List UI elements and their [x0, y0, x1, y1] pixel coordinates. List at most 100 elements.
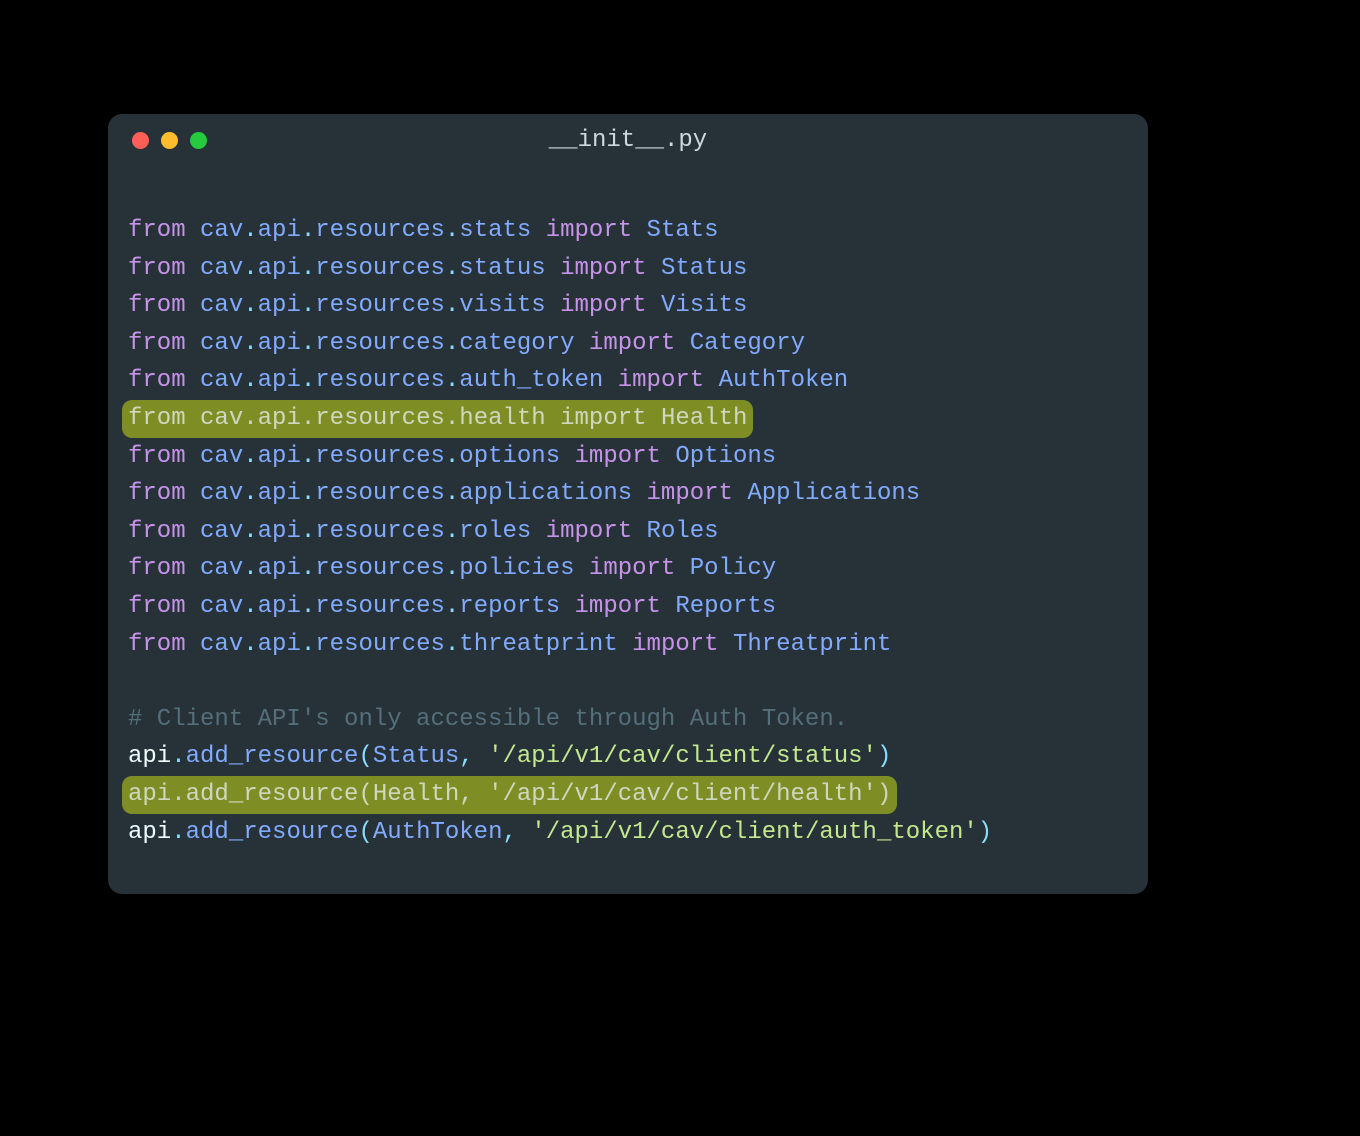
comment: # Client API's only accessible through A…: [128, 706, 848, 733]
module-segment: api: [258, 330, 301, 357]
dot: .: [445, 555, 459, 582]
module-segment: resources: [315, 631, 445, 658]
traffic-lights: [132, 132, 207, 149]
module-segment: cav: [200, 443, 243, 470]
keyword-import: import: [560, 292, 646, 319]
dot: .: [243, 255, 257, 282]
arg-url: '/api/v1/cav/client/status': [488, 743, 877, 770]
dot: .: [301, 555, 315, 582]
keyword-import: import: [575, 443, 661, 470]
keyword-from: from: [128, 480, 186, 507]
import-name: Visits: [661, 292, 747, 319]
code-line: from cav.api.resources.health import Hea…: [128, 400, 1128, 438]
code-line: api.add_resource(AuthToken, '/api/v1/cav…: [128, 814, 1128, 852]
keyword-import: import: [647, 480, 733, 507]
keyword-from: from: [128, 593, 186, 620]
import-name: Threatprint: [733, 631, 891, 658]
module-segment: auth_token: [459, 367, 603, 394]
module-segment: status: [459, 255, 545, 282]
module-segment: health: [459, 405, 545, 432]
close-icon[interactable]: [132, 132, 149, 149]
dot: .: [301, 518, 315, 545]
keyword-import: import: [560, 255, 646, 282]
dot: .: [445, 330, 459, 357]
keyword-from: from: [128, 367, 186, 394]
module-segment: cav: [200, 405, 243, 432]
comma: ,: [459, 781, 488, 808]
window-title: __init__.py: [108, 127, 1148, 154]
import-name: AuthToken: [719, 367, 849, 394]
module-segment: options: [459, 443, 560, 470]
module-segment: applications: [459, 480, 632, 507]
keyword-from: from: [128, 631, 186, 658]
module-segment: threatprint: [459, 631, 617, 658]
dot: .: [243, 405, 257, 432]
import-name: Stats: [647, 217, 719, 244]
module-segment: api: [258, 255, 301, 282]
module-segment: api: [258, 480, 301, 507]
keyword-from: from: [128, 330, 186, 357]
dot: .: [445, 593, 459, 620]
module-segment: visits: [459, 292, 545, 319]
module-segment: resources: [315, 480, 445, 507]
object: api: [128, 781, 171, 808]
arg-resource: AuthToken: [373, 819, 503, 846]
module-segment: api: [258, 405, 301, 432]
code-area[interactable]: from cav.api.resources.stats import Stat…: [108, 166, 1148, 871]
module-segment: api: [258, 367, 301, 394]
dot: .: [243, 443, 257, 470]
module-segment: policies: [459, 555, 574, 582]
keyword-import: import: [575, 593, 661, 620]
keyword-import: import: [546, 217, 632, 244]
keyword-from: from: [128, 443, 186, 470]
arg-url: '/api/v1/cav/client/auth_token': [531, 819, 977, 846]
keyword-import: import: [632, 631, 718, 658]
dot: .: [243, 593, 257, 620]
module-segment: resources: [315, 330, 445, 357]
code-line: from cav.api.resources.policies import P…: [128, 550, 1128, 588]
arg-url: '/api/v1/cav/client/health': [488, 781, 877, 808]
code-line: # Client API's only accessible through A…: [128, 701, 1128, 739]
dot: .: [445, 367, 459, 394]
blank-line: [128, 663, 1128, 701]
module-segment: cav: [200, 480, 243, 507]
dot: .: [243, 518, 257, 545]
minimize-icon[interactable]: [161, 132, 178, 149]
dot: .: [301, 217, 315, 244]
module-segment: resources: [315, 593, 445, 620]
module-segment: api: [258, 631, 301, 658]
code-line: api.add_resource(Status, '/api/v1/cav/cl…: [128, 738, 1128, 776]
import-name: Applications: [747, 480, 920, 507]
module-segment: resources: [315, 367, 445, 394]
dot: .: [301, 292, 315, 319]
import-name: Category: [690, 330, 805, 357]
dot: .: [445, 518, 459, 545]
module-segment: cav: [200, 518, 243, 545]
code-line: from cav.api.resources.visits import Vis…: [128, 287, 1128, 325]
highlighted-line: api.add_resource(Health, '/api/v1/cav/cl…: [122, 776, 897, 814]
paren-close: ): [978, 819, 992, 846]
dot: .: [243, 367, 257, 394]
dot: .: [243, 555, 257, 582]
keyword-import: import: [618, 367, 704, 394]
keyword-import: import: [589, 330, 675, 357]
module-segment: reports: [459, 593, 560, 620]
highlighted-line: from cav.api.resources.health import Hea…: [122, 400, 753, 438]
dot: .: [445, 443, 459, 470]
method: add_resource: [186, 743, 359, 770]
module-segment: api: [258, 593, 301, 620]
module-segment: resources: [315, 405, 445, 432]
dot: .: [445, 292, 459, 319]
paren-close: ): [877, 743, 891, 770]
dot: .: [301, 631, 315, 658]
module-segment: api: [258, 555, 301, 582]
code-line: from cav.api.resources.category import C…: [128, 325, 1128, 363]
dot: .: [301, 480, 315, 507]
zoom-icon[interactable]: [190, 132, 207, 149]
keyword-import: import: [546, 518, 632, 545]
dot: .: [243, 480, 257, 507]
keyword-from: from: [128, 217, 186, 244]
dot: .: [243, 292, 257, 319]
dot: .: [243, 330, 257, 357]
dot: .: [243, 631, 257, 658]
